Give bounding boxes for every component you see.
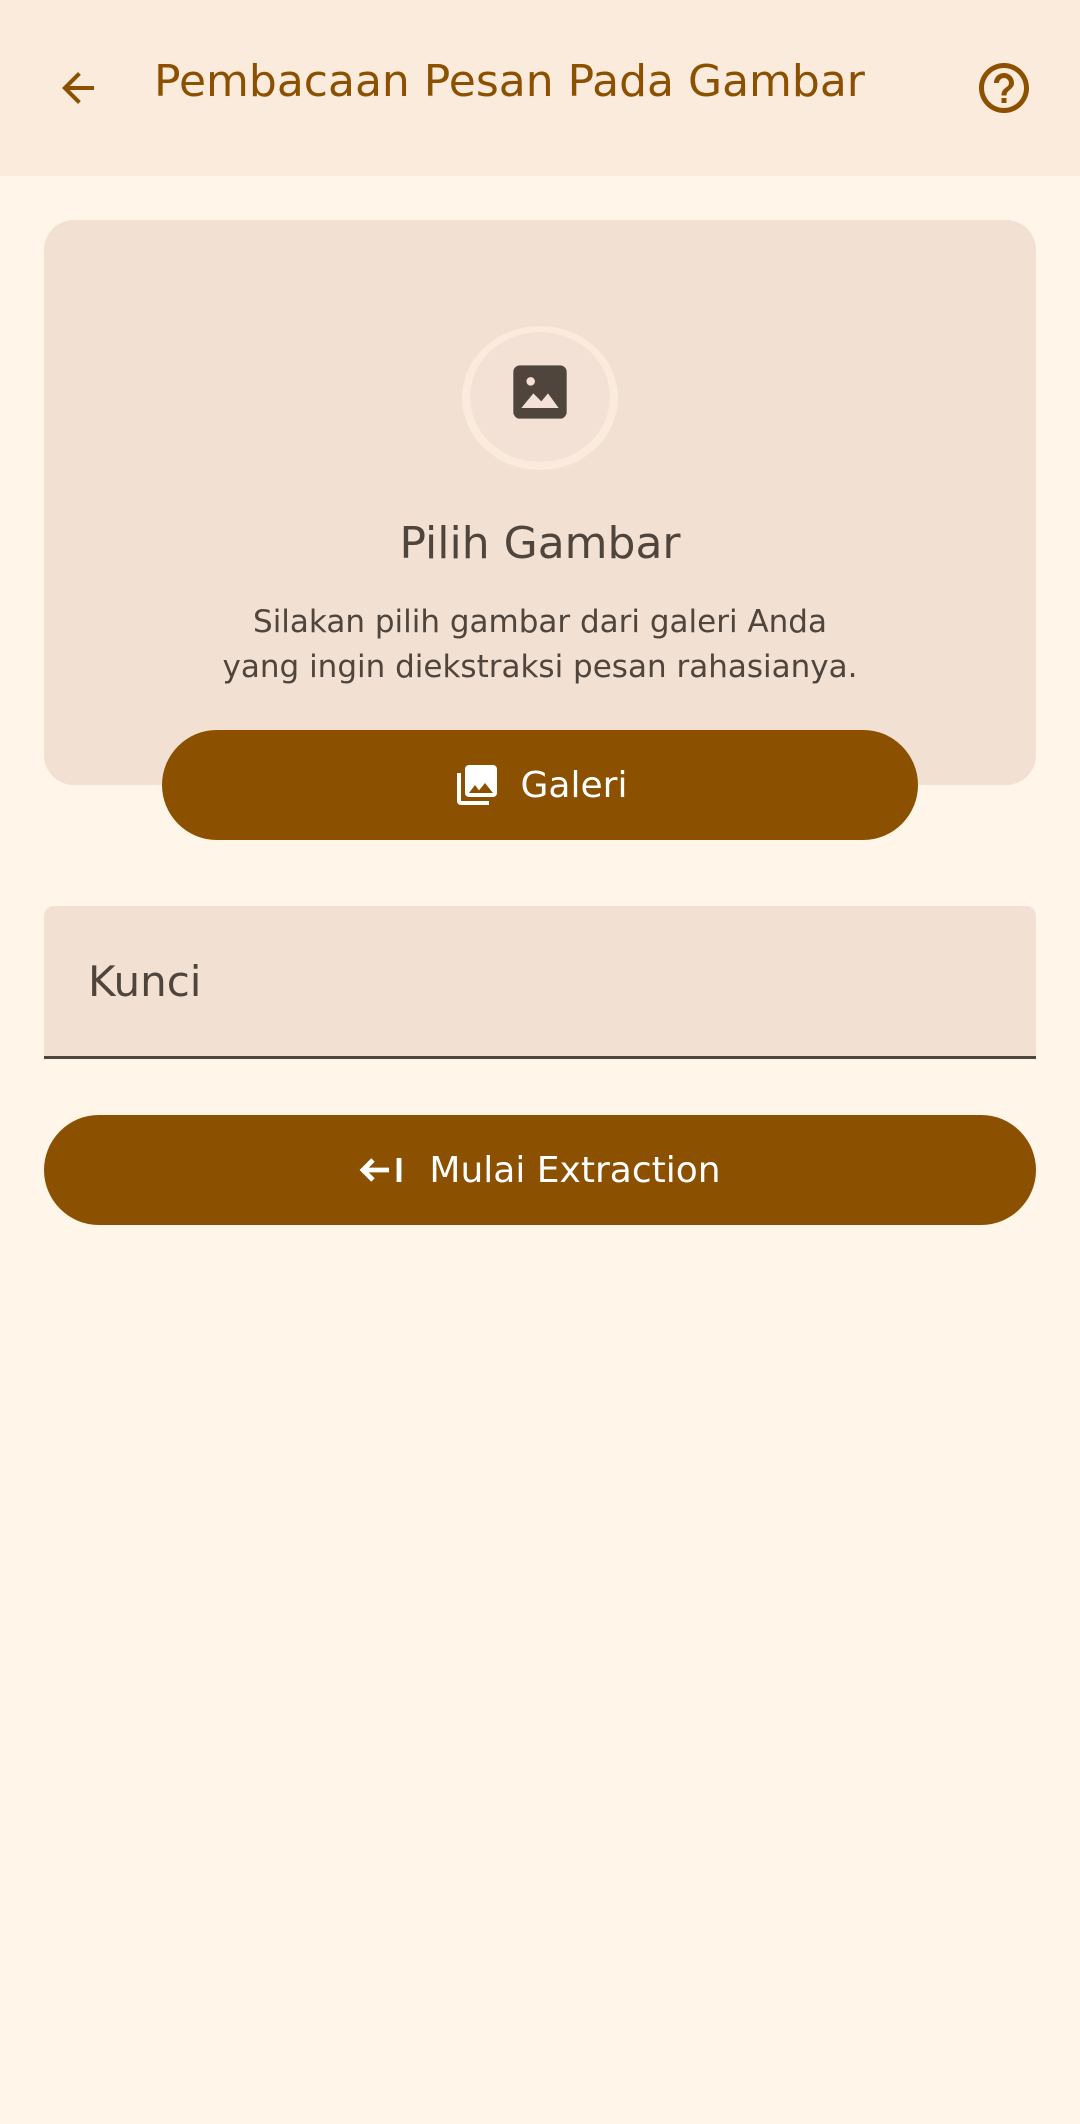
card-description-line-1: Silakan pilih gambar dari galeri Anda: [253, 604, 827, 640]
page-title: Pembacaan Pesan Pada Gambar: [154, 56, 865, 107]
start-extraction-label: Mulai Extraction: [429, 1149, 721, 1191]
card-description-line-2: yang ingin diekstraksi pesan rahasianya.: [222, 649, 858, 685]
arrow-back-icon: [62, 72, 94, 104]
key-input[interactable]: [88, 906, 1008, 1056]
app-bar: Pembacaan Pesan Pada Gambar: [0, 0, 1080, 176]
gallery-button[interactable]: Galeri: [162, 730, 918, 840]
arrow-left-to-line-icon: [360, 1158, 402, 1182]
photo-library-icon: [456, 765, 497, 805]
key-field[interactable]: [44, 906, 1036, 1059]
image-icon: [513, 365, 567, 419]
image-picker-card: [44, 220, 1036, 785]
help-circle-icon: [979, 63, 1029, 113]
card-description: Silakan pilih gambar dari galeri Anda ya…: [44, 600, 1036, 690]
card-title: Pilih Gambar: [399, 518, 681, 569]
start-extraction-button[interactable]: Mulai Extraction: [44, 1115, 1036, 1225]
gallery-button-label: Galeri: [520, 764, 628, 806]
help-button[interactable]: [960, 44, 1048, 132]
back-button[interactable]: [36, 44, 120, 132]
